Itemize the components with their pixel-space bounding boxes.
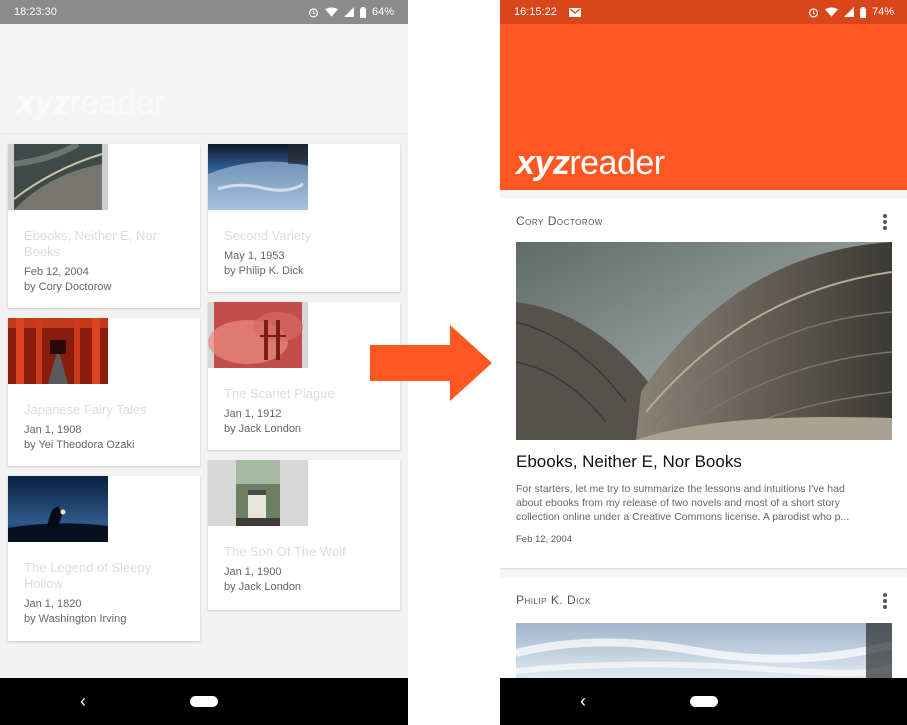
article-date: May 1, 1953: [224, 250, 285, 262]
gmail-icon: [568, 7, 581, 17]
article-thumbnail: [208, 302, 308, 368]
article-title: Ebooks, Neither E, Nor Books: [24, 228, 157, 259]
article-title: Ebooks, Neither E, Nor Books: [516, 452, 742, 471]
wifi-icon: [824, 7, 838, 17]
back-icon[interactable]: ‹: [80, 690, 86, 712]
article-image: [516, 242, 892, 440]
app-logo: xyzreader: [16, 84, 165, 122]
article-thumbnail: [208, 144, 308, 210]
article-card[interactable]: Philip K. Dick: [500, 577, 907, 687]
article-date: Jan 1, 1820: [24, 598, 82, 610]
article-card[interactable]: The Legend of Sleepy Hollow Jan 1, 1820 …: [8, 476, 200, 641]
status-bar: 18:23:30 64%: [0, 0, 408, 24]
arrow-right-icon: [370, 325, 492, 401]
article-thumbnail: [208, 460, 308, 526]
more-vert-icon[interactable]: [882, 593, 888, 609]
article-card[interactable]: Ebooks, Neither E, Nor Books Feb 12, 200…: [8, 141, 200, 308]
navigation-bar: ‹: [0, 678, 408, 725]
signal-icon: [343, 7, 354, 17]
article-thumbnail: [8, 318, 108, 384]
battery-icon: [359, 6, 366, 18]
alarm-icon: [308, 7, 319, 18]
left-phone-screen: 18:23:30 64% xyzreader Ebooks, Neither E…: [0, 0, 408, 725]
article-author: by Jack London: [224, 423, 302, 435]
home-icon[interactable]: [190, 696, 218, 707]
article-date: Jan 1, 1908: [24, 424, 82, 436]
status-time: 18:23:30: [14, 6, 57, 18]
article-date: Feb 12, 2004: [24, 266, 89, 278]
article-title: Japanese Fairy Tales: [24, 402, 147, 417]
home-icon[interactable]: [690, 696, 718, 707]
article-card[interactable]: The Son Of The Wolf Jan 1, 1900 by Jack …: [208, 460, 400, 610]
signal-icon: [843, 7, 854, 17]
navigation-bar: ‹: [500, 678, 907, 725]
status-bar: 16:15:22 74%: [500, 0, 907, 24]
status-time: 16:15:22: [514, 6, 557, 18]
app-logo: xyzreader: [516, 144, 665, 182]
article-card[interactable]: Japanese Fairy Tales Jan 1, 1908 by Yei …: [8, 318, 200, 466]
right-phone-screen: 16:15:22 74% xyzreader Cory Doctorow Ebo…: [500, 0, 907, 725]
more-vert-icon[interactable]: [882, 214, 888, 230]
article-card[interactable]: Second Variety May 1, 1953 by Philip K. …: [208, 144, 400, 292]
article-thumbnail: [8, 476, 108, 542]
article-title: The Legend of Sleepy Hollow: [24, 560, 152, 591]
battery-level: 74%: [871, 6, 894, 18]
article-author: by Philip K. Dick: [224, 265, 304, 277]
featured-article-card[interactable]: Cory Doctorow Ebooks, Neither E, Nor Boo…: [500, 198, 907, 568]
article-date: Feb 12, 2004: [516, 534, 572, 545]
article-image: [516, 623, 892, 683]
article-author: by Yei Theodora Ozaki: [24, 439, 135, 451]
article-date: Jan 1, 1900: [224, 566, 282, 578]
back-icon[interactable]: ‹: [580, 690, 586, 712]
article-title: The Son Of The Wolf: [224, 544, 346, 559]
article-thumbnail: [8, 141, 108, 210]
wifi-icon: [324, 7, 338, 17]
article-author: by Cory Doctorow: [24, 281, 112, 293]
article-author: by Jack London: [224, 581, 302, 593]
article-author: Philip K. Dick: [516, 593, 592, 607]
alarm-icon: [808, 7, 819, 18]
article-excerpt: For starters, let me try to summarize th…: [516, 483, 850, 523]
article-author: by Washington Irving: [24, 613, 127, 625]
article-title: The Scarlet Plague: [224, 386, 335, 401]
battery-level: 64%: [371, 6, 394, 18]
article-author: Cory Doctorow: [516, 214, 603, 228]
article-date: Jan 1, 1912: [224, 408, 282, 420]
battery-icon: [859, 6, 866, 18]
article-title: Second Variety: [224, 228, 312, 243]
